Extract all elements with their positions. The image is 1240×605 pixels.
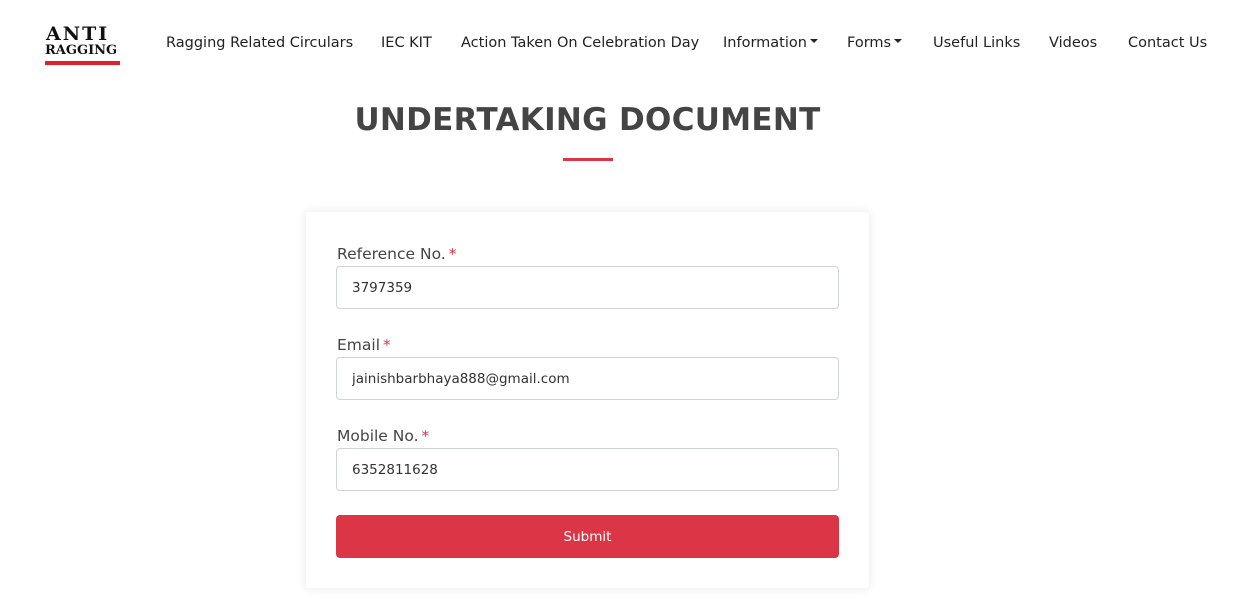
- email-label: Email *: [337, 336, 391, 354]
- caret-down-icon: [809, 39, 818, 43]
- nav-information[interactable]: Information: [723, 33, 818, 53]
- required-asterisk: *: [421, 427, 430, 445]
- reference-label: Reference No. *: [337, 245, 456, 263]
- nav-contact-us[interactable]: Contact Us: [1128, 33, 1207, 53]
- nav-videos[interactable]: Videos: [1049, 33, 1097, 53]
- nav-useful-links[interactable]: Useful Links: [933, 33, 1020, 53]
- page-title: UNDERTAKING DOCUMENT: [354, 102, 821, 138]
- nav-label: Ragging Related Circulars: [166, 35, 354, 51]
- nav-action-taken[interactable]: Action Taken On Celebration Day: [461, 33, 699, 53]
- nav-label: Contact Us: [1128, 35, 1208, 51]
- email-input[interactable]: [336, 357, 839, 400]
- site-header: ANTI RAGGING Ragging Related Circulars I…: [0, 0, 1240, 88]
- required-asterisk: *: [448, 245, 457, 263]
- main-nav: Ragging Related Circulars IEC KIT Action…: [0, 0, 1240, 88]
- nav-label: Action Taken On Celebration Day: [461, 35, 700, 51]
- caret-down-icon: [894, 39, 903, 43]
- undertaking-form-card: Reference No.* Email* Mobile No.* Submit: [306, 212, 869, 588]
- email-label-text: Email: [337, 336, 381, 354]
- required-asterisk: *: [383, 336, 391, 354]
- mobile-label-text: Mobile No.: [337, 427, 419, 445]
- nav-label: IEC KIT: [381, 35, 432, 51]
- nav-label: Information: [723, 35, 807, 51]
- nav-label: Videos: [1049, 35, 1098, 51]
- title-underline: [563, 158, 613, 161]
- reference-input[interactable]: [336, 266, 839, 309]
- mobile-input[interactable]: [336, 448, 839, 491]
- submit-button[interactable]: Submit: [336, 515, 839, 558]
- nav-forms[interactable]: Forms: [847, 33, 903, 53]
- reference-label-text: Reference No.: [337, 245, 446, 263]
- nav-label: Forms: [847, 35, 892, 51]
- nav-label: Useful Links: [933, 35, 1021, 51]
- nav-iec-kit[interactable]: IEC KIT: [381, 33, 432, 53]
- nav-ragging-related-circulars[interactable]: Ragging Related Circulars: [166, 33, 353, 53]
- mobile-label: Mobile No. *: [337, 427, 429, 445]
